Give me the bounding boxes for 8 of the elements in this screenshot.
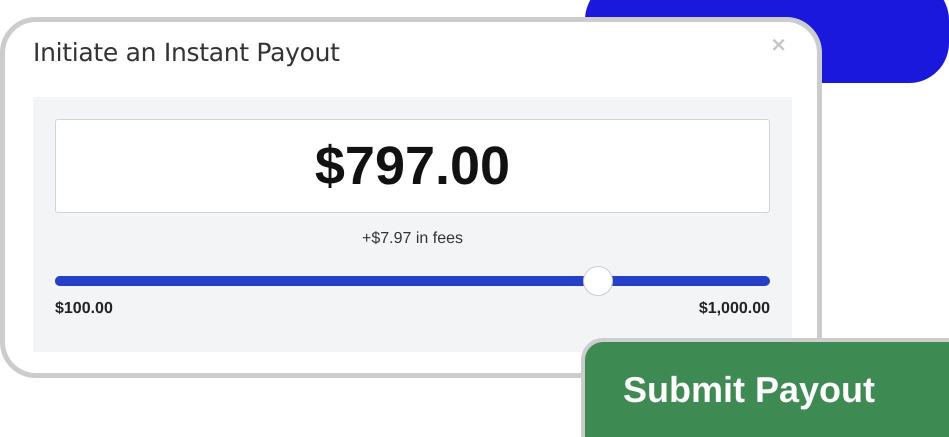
- amount-slider[interactable]: [55, 266, 770, 296]
- amount-field[interactable]: $797.00: [55, 119, 770, 213]
- dialog-title: Initiate an Instant Payout: [33, 38, 340, 67]
- slider-thumb[interactable]: [583, 266, 614, 296]
- max-amount-label: $1,000.00: [698, 300, 770, 318]
- submit-payout-button[interactable]: Submit Payout: [581, 338, 949, 437]
- fee-text: +$7.97 in fees: [361, 230, 464, 248]
- min-amount-label: $100.00: [55, 300, 113, 318]
